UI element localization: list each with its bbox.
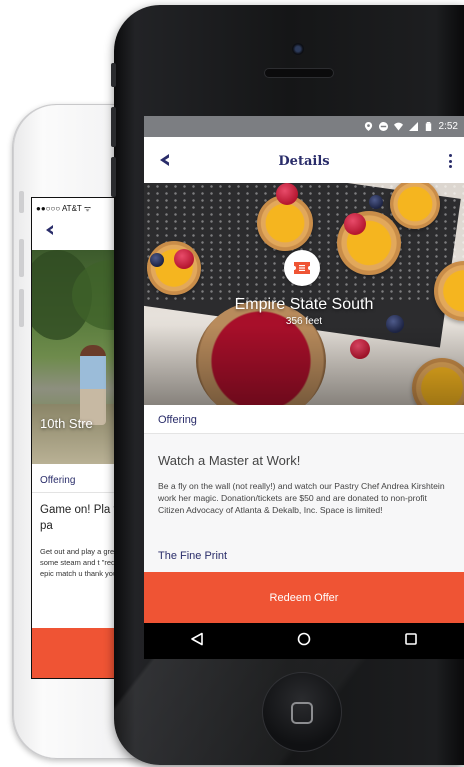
battery-icon [425, 122, 431, 131]
android-nav-bar [144, 623, 464, 659]
front-phone-mute-switch [111, 63, 116, 87]
nav-home-icon[interactable] [297, 632, 311, 651]
dnd-icon [378, 122, 388, 131]
ticket-icon [294, 262, 310, 274]
offering-label: Offering [158, 414, 197, 426]
status-bar: 2:52 [144, 116, 464, 137]
location-icon [364, 122, 372, 131]
offer-heading: Watch a Master at Work! [158, 453, 301, 468]
back-phone-volume-down [19, 289, 24, 327]
offer-body: Be a fly on the wall (not really!) and w… [158, 481, 445, 515]
status-time: 2:52 [438, 121, 458, 132]
earpiece-speaker [264, 68, 334, 78]
app-bar: Details [144, 137, 464, 183]
front-camera [292, 43, 304, 55]
home-button[interactable] [262, 672, 342, 752]
redeem-offer-button[interactable]: Redeem Offer [144, 572, 464, 623]
back-phone-mute-switch [19, 191, 24, 213]
back-hero-title: 10th Stre [40, 416, 93, 431]
front-phone-volume-up [111, 107, 116, 147]
fine-print-link[interactable]: The Fine Print [158, 550, 227, 562]
page-title: Details [278, 154, 330, 169]
ticket-badge[interactable] [284, 250, 320, 286]
back-status-bar: ●●○○○ AT&T ᯤ [36, 204, 92, 213]
back-phone-volume-up [19, 239, 24, 277]
nav-back-icon[interactable] [190, 632, 204, 651]
back-offering-label: Offering [40, 475, 76, 486]
wifi-icon [393, 122, 403, 131]
front-phone-volume-down [111, 157, 116, 197]
front-phone-screen: 2:52 Details Empire State South 356 feet… [144, 116, 464, 659]
venue-name: Empire State South [234, 296, 374, 313]
nav-recents-icon[interactable] [404, 632, 418, 651]
back-chevron-icon[interactable] [44, 224, 56, 236]
more-vertical-icon[interactable] [446, 152, 454, 170]
venue-distance: 356 feet [285, 316, 323, 327]
hero-image [144, 183, 464, 405]
signal-icon [408, 122, 418, 131]
